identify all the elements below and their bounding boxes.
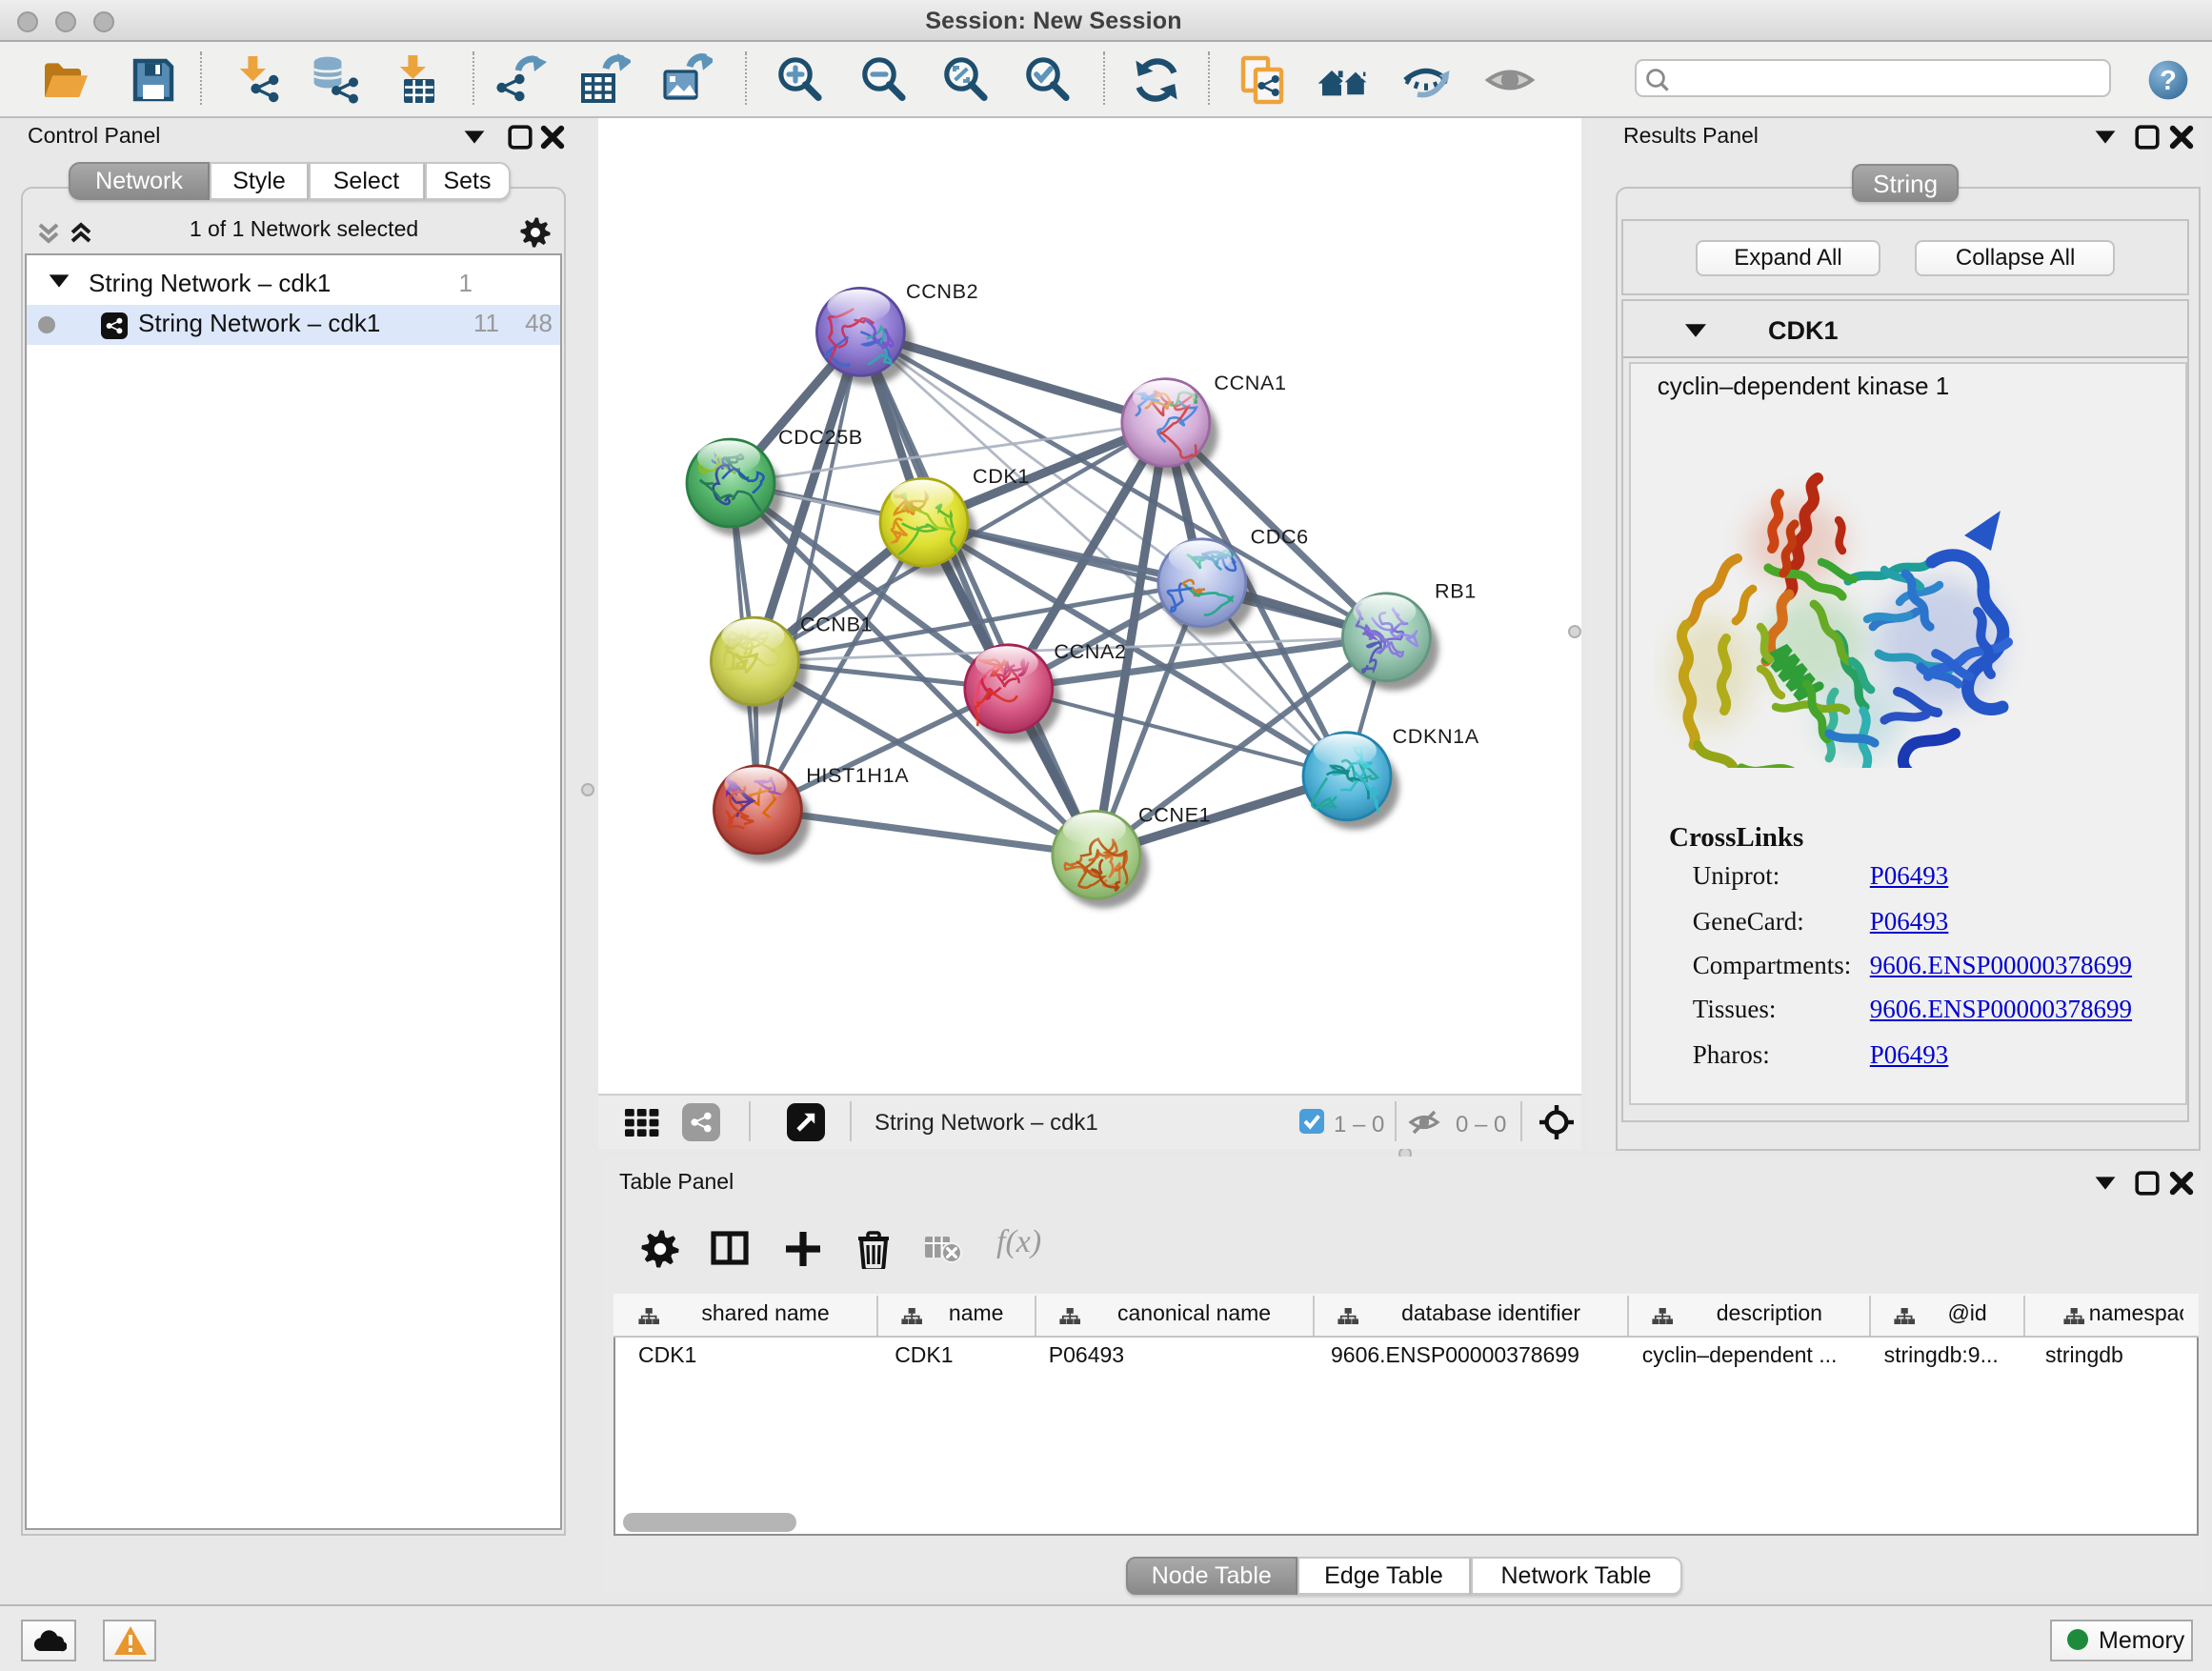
svg-text:RB1: RB1: [1434, 578, 1476, 602]
svg-text:CCNA1: CCNA1: [1213, 370, 1285, 393]
svg-text:CCNA2: CCNA2: [1053, 638, 1125, 662]
svg-text:?: ?: [2159, 65, 2176, 95]
svg-text:CCNB1: CCNB1: [799, 611, 872, 634]
svg-text:CDKN1A: CDKN1A: [1392, 723, 1478, 747]
svg-text:HIST1H1A: HIST1H1A: [805, 762, 908, 786]
svg-text:CDK1: CDK1: [972, 463, 1029, 487]
svg-text:CDC6: CDC6: [1250, 523, 1308, 547]
svg-text:CCNB2: CCNB2: [905, 278, 977, 302]
svg-text:CDC25B: CDC25B: [777, 424, 862, 448]
svg-text:CCNE1: CCNE1: [1137, 801, 1210, 825]
